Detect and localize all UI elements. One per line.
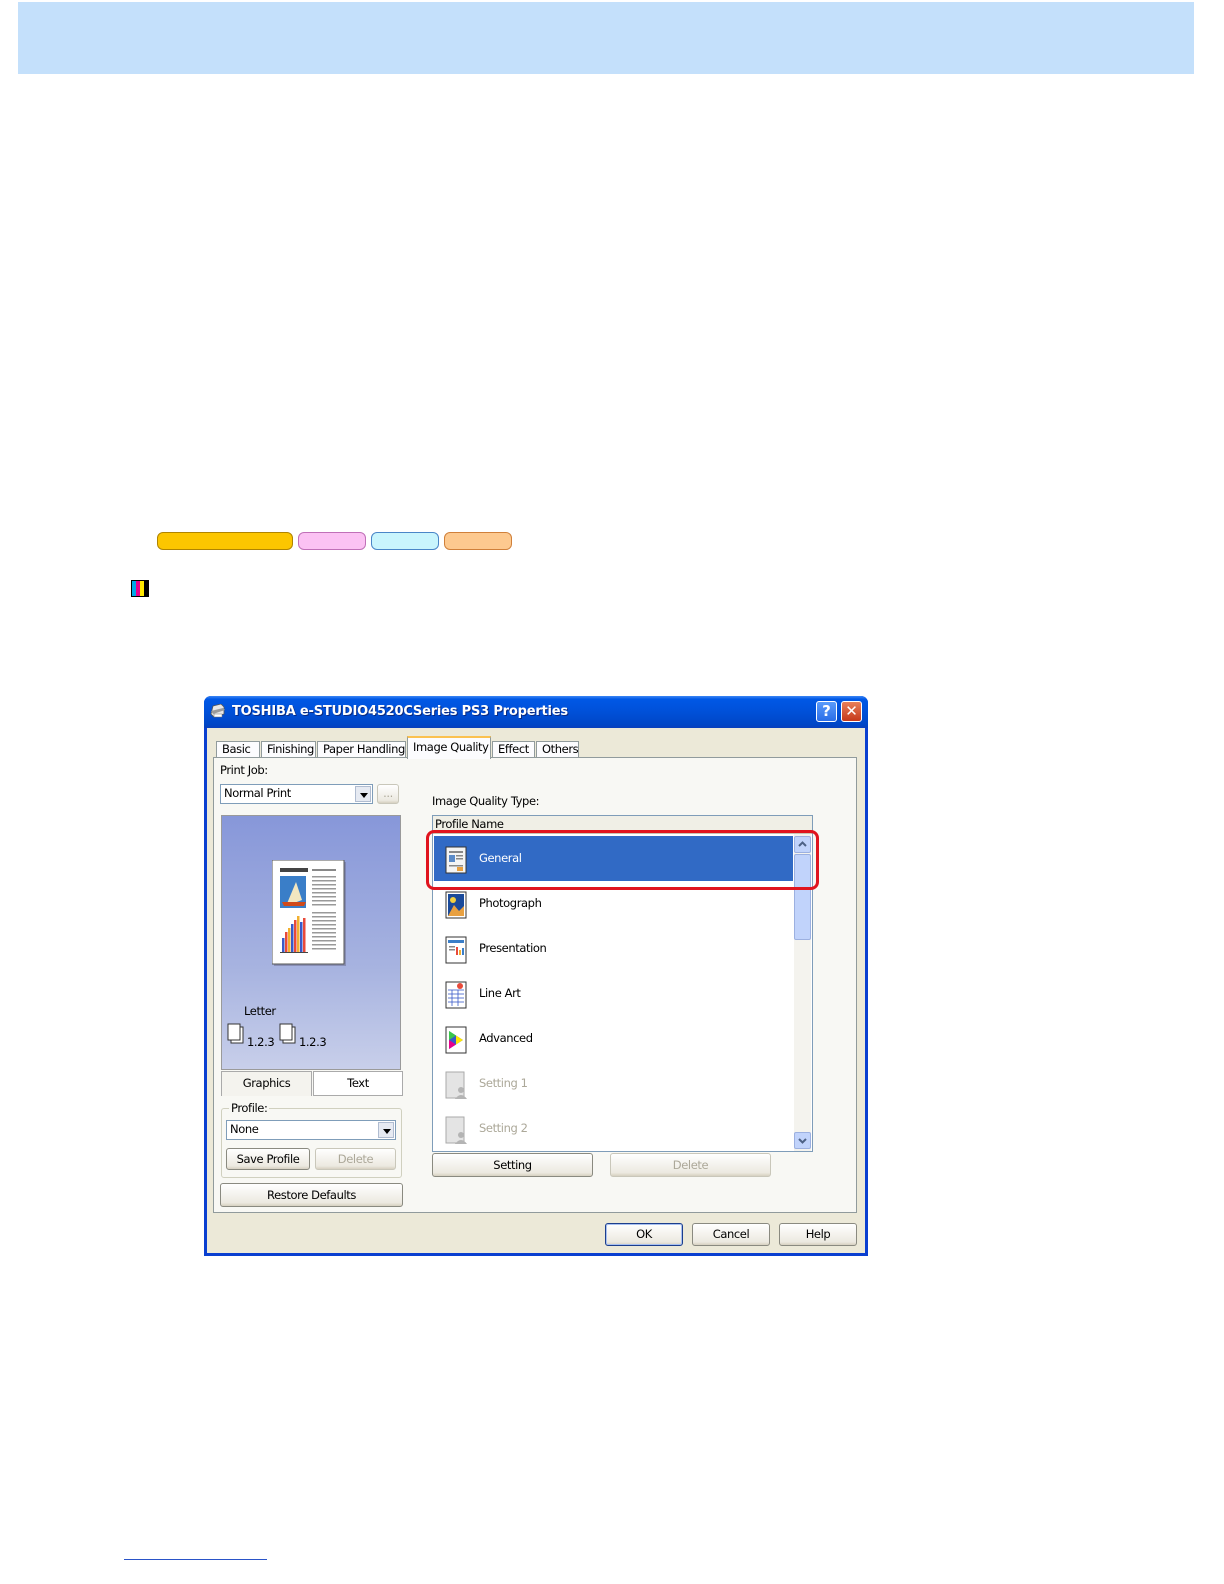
setting-button[interactable]: Setting [432, 1153, 593, 1177]
tab-finishing[interactable]: Finishing [261, 741, 316, 758]
list-item-setting-2[interactable]: Setting 2 [434, 1106, 793, 1151]
header-band [18, 2, 1194, 74]
paper-size-label: Letter [244, 1004, 276, 1018]
profile-label: Profile: [229, 1101, 270, 1115]
collate-pages-icon [227, 1023, 244, 1044]
user-setting-icon [445, 1116, 467, 1144]
presentation-icon [445, 936, 467, 964]
profile-value: None [230, 1122, 259, 1136]
list-item-label: Setting 2 [479, 1121, 528, 1135]
dialog-title: TOSHIBA e-STUDIO4520CSeries PS3 Properti… [232, 704, 568, 719]
close-button[interactable]: ✕ [841, 701, 862, 722]
help-title-button[interactable]: ? [816, 701, 837, 722]
category-tag-3 [371, 532, 439, 550]
list-item-label: Advanced [479, 1031, 533, 1045]
delete-setting-button[interactable]: Delete [610, 1153, 771, 1177]
text-tab[interactable]: Text [313, 1071, 403, 1096]
category-tag-4 [444, 532, 512, 550]
printer-icon [210, 704, 225, 718]
document-preview-icon [272, 860, 346, 966]
print-job-value: Normal Print [224, 786, 291, 800]
tab-image-quality[interactable]: Image Quality [407, 736, 491, 759]
profile-select[interactable]: None [226, 1120, 396, 1140]
footer-link-underline[interactable] [124, 1559, 267, 1560]
list-item-presentation[interactable]: Presentation [434, 926, 793, 971]
print-job-options-button[interactable]: ... [377, 784, 399, 804]
list-item-label: Presentation [479, 941, 547, 955]
collate-label-1: 1.2.3 [247, 1035, 275, 1049]
color-mode-icon [131, 580, 149, 597]
ok-button[interactable]: OK [605, 1223, 683, 1246]
category-tag-2 [298, 532, 366, 550]
scroll-down-button[interactable] [794, 1132, 811, 1149]
tab-others[interactable]: Others [536, 741, 579, 758]
profile-name-header-label: Profile Name [435, 817, 504, 831]
restore-defaults-button[interactable]: Restore Defaults [220, 1183, 403, 1207]
tab-basic[interactable]: Basic [216, 741, 260, 758]
list-item-label: Line Art [479, 986, 521, 1000]
image-quality-type-label: Image Quality Type: [432, 794, 540, 808]
delete-profile-button[interactable]: Delete [315, 1148, 396, 1170]
line-art-icon [445, 981, 467, 1009]
page-preview: Letter 1.2.3 1.2.3 [221, 815, 401, 1070]
selection-highlight-frame [426, 830, 819, 890]
category-tag-1 [157, 532, 293, 550]
print-job-label: Print Job: [220, 763, 268, 777]
title-bar[interactable]: TOSHIBA e-STUDIO4520CSeries PS3 Properti… [204, 696, 868, 728]
tab-effect[interactable]: Effect [492, 741, 535, 758]
list-item-label: Setting 1 [479, 1076, 528, 1090]
list-item-label: Photograph [479, 896, 542, 910]
cancel-button[interactable]: Cancel [692, 1223, 770, 1246]
list-item-line-art[interactable]: Line Art [434, 971, 793, 1016]
collate-pages-icon [279, 1023, 296, 1044]
collate-label-2: 1.2.3 [299, 1035, 327, 1049]
advanced-color-icon [445, 1026, 467, 1054]
graphics-tab[interactable]: Graphics [221, 1071, 312, 1096]
save-profile-button[interactable]: Save Profile [226, 1148, 310, 1170]
user-setting-icon [445, 1071, 467, 1099]
chevron-down-icon [355, 786, 371, 802]
tab-paper-handling[interactable]: Paper Handling [317, 741, 406, 758]
help-button[interactable]: Help [779, 1223, 857, 1246]
list-item-advanced[interactable]: Advanced [434, 1016, 793, 1061]
chevron-down-icon [798, 1138, 807, 1144]
chevron-down-icon [378, 1122, 394, 1138]
photograph-icon [445, 891, 467, 919]
list-item-setting-1[interactable]: Setting 1 [434, 1061, 793, 1106]
print-job-select[interactable]: Normal Print [220, 784, 373, 804]
